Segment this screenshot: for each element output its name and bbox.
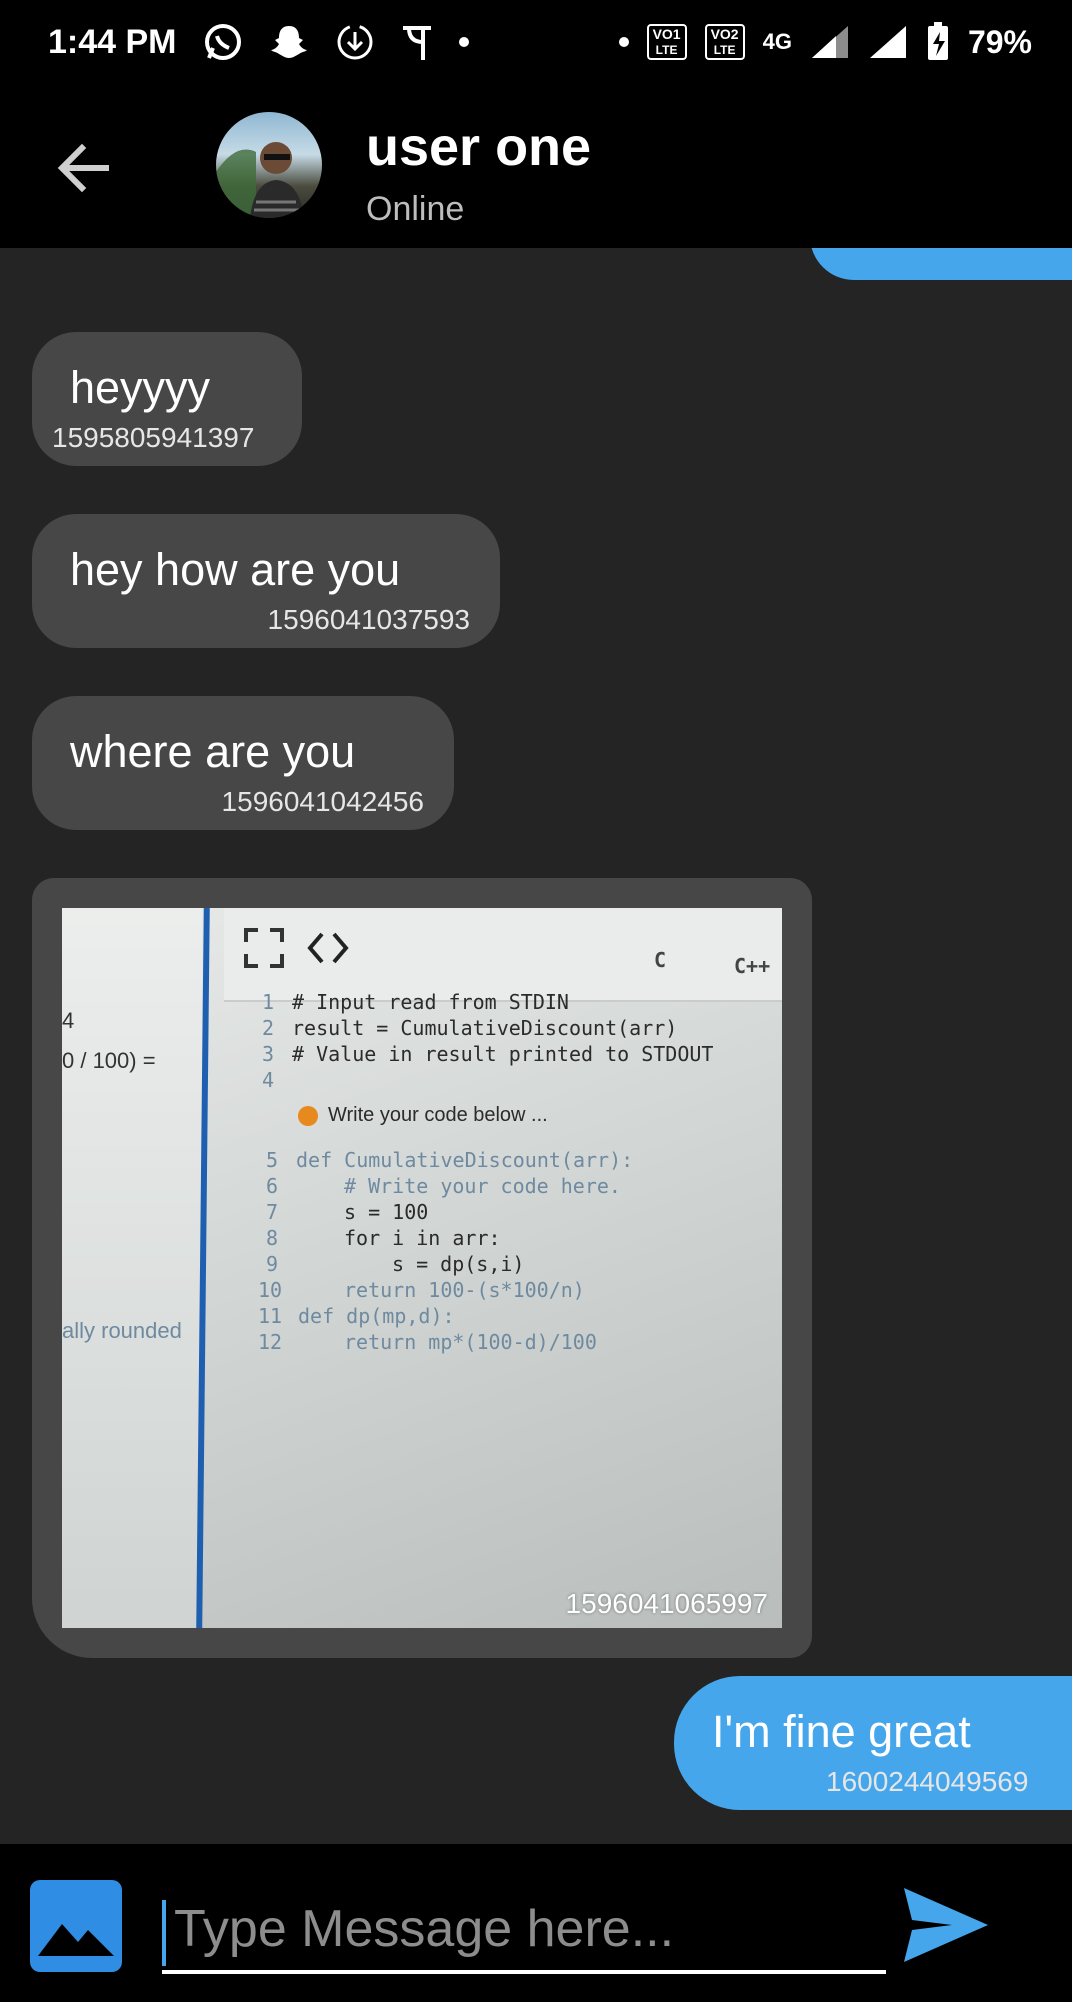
message-list[interactable]: 1595800182733 heyyyy 1595805941397 hey h… <box>0 248 1072 1844</box>
code-line: for i in arr: <box>344 1226 501 1250</box>
avatar-photo <box>216 142 304 218</box>
line-number: 6 <box>266 1174 279 1198</box>
line-number: 10 <box>258 1278 283 1302</box>
photo-editor-toolbar: C C++ <box>224 908 782 1002</box>
photo-left-text: 0 / 100) = <box>62 1048 156 1073</box>
volte-1-indicator: VO1 LTE <box>646 24 687 60</box>
message-bubble-incoming[interactable]: heyyyy 1595805941397 <box>32 332 302 466</box>
code-line: # Input read from STDIN <box>292 990 569 1014</box>
photo-left-text: 4 <box>62 1008 75 1033</box>
snapchat-icon <box>270 26 307 58</box>
line-number: 9 <box>266 1252 279 1276</box>
line-number: 3 <box>262 1042 275 1066</box>
notification-icons <box>203 22 469 62</box>
status-dot <box>618 37 629 47</box>
phonepe-icon <box>402 26 431 60</box>
line-number: 11 <box>258 1304 283 1328</box>
battery-charging-icon <box>927 22 948 60</box>
message-bubble-incoming[interactable]: where are you 1596041042456 <box>32 696 454 830</box>
send-icon[interactable] <box>900 1884 990 1966</box>
message-timestamp: 1595805941397 <box>52 422 255 453</box>
message-timestamp: 1596041037593 <box>267 604 470 635</box>
message-text: hey how are you <box>70 544 401 595</box>
code-line: s = dp(s,i) <box>392 1252 525 1276</box>
avatar[interactable] <box>216 112 322 218</box>
message-timestamp: 1596041042456 <box>221 786 424 817</box>
chat-header: user one Online <box>0 84 1072 248</box>
photo-left-pane: 4 0 / 100) = ally rounded <box>62 908 202 1628</box>
code-line: s = 100 <box>344 1200 429 1224</box>
signal-icon <box>811 26 848 58</box>
photo-lang-cpp: C++ <box>734 954 771 978</box>
message-image[interactable]: 4 0 / 100) = ally rounded C C++ 1 2 3 4 … <box>62 908 782 1628</box>
line-number: 4 <box>262 1068 275 1092</box>
notification-dot <box>458 37 469 47</box>
code-icon <box>307 932 349 964</box>
image-gallery-icon <box>38 1924 114 1956</box>
code-line: def CumulativeDiscount(arr): <box>296 1148 634 1172</box>
code-line: # Value in result printed to STDOUT <box>292 1042 714 1066</box>
status-bar: 1:44 PM VO1 LTE VO2 LTE 4G 79% <box>0 0 1072 84</box>
signal-icon <box>869 26 906 58</box>
message-text: heyyyy <box>70 362 211 413</box>
code-line: result = CumulativeDiscount(arr) <box>292 1016 678 1040</box>
code-line: return mp*(100-d)/100 <box>344 1330 597 1354</box>
warning-icon <box>298 1106 318 1126</box>
message-input[interactable] <box>162 1888 886 1974</box>
photo-notice: Write your code below ... <box>328 1104 548 1126</box>
network-type: 4G <box>762 29 792 54</box>
contact-status: Online <box>366 190 465 228</box>
line-number: 7 <box>266 1200 279 1224</box>
expand-icon <box>244 928 284 968</box>
message-bubble-outgoing[interactable]: 1595800182733 <box>810 248 1072 280</box>
line-number: 5 <box>266 1148 279 1172</box>
photo-left-text: ally rounded <box>62 1318 182 1343</box>
photo-lang-c: C <box>654 948 667 972</box>
battery-level: 79% <box>967 23 1032 60</box>
text-caret <box>162 1900 166 1966</box>
message-bubble-outgoing[interactable]: I'm fine great 1600244049569 <box>674 1676 1072 1810</box>
message-text: where are you <box>70 726 356 777</box>
message-composer <box>0 1844 1072 2002</box>
line-number: 8 <box>266 1226 279 1250</box>
message-timestamp: 1596041065997 <box>565 1588 768 1619</box>
message-text: I'm fine great <box>712 1706 971 1757</box>
status-time: 1:44 PM <box>48 22 177 61</box>
line-number: 2 <box>262 1016 275 1040</box>
message-timestamp: 1600244049569 <box>826 1766 1029 1797</box>
code-line: return 100-(s*100/n) <box>344 1278 585 1302</box>
code-line: # Write your code here. <box>344 1174 621 1198</box>
code-line: def dp(mp,d): <box>298 1304 455 1328</box>
message-bubble-incoming[interactable]: hey how are you 1596041037593 <box>32 514 500 648</box>
download-icon <box>337 24 372 60</box>
image-message-bubble[interactable]: 4 0 / 100) = ally rounded C C++ 1 2 3 4 … <box>32 878 812 1658</box>
attach-image-button[interactable] <box>30 1880 122 1972</box>
back-arrow-icon[interactable] <box>52 136 116 200</box>
contact-name: user one <box>366 117 592 177</box>
line-number: 12 <box>258 1330 283 1354</box>
whatsapp-icon <box>204 24 241 60</box>
line-number: 1 <box>262 990 275 1014</box>
volte-2-indicator: VO2 LTE <box>704 24 745 60</box>
